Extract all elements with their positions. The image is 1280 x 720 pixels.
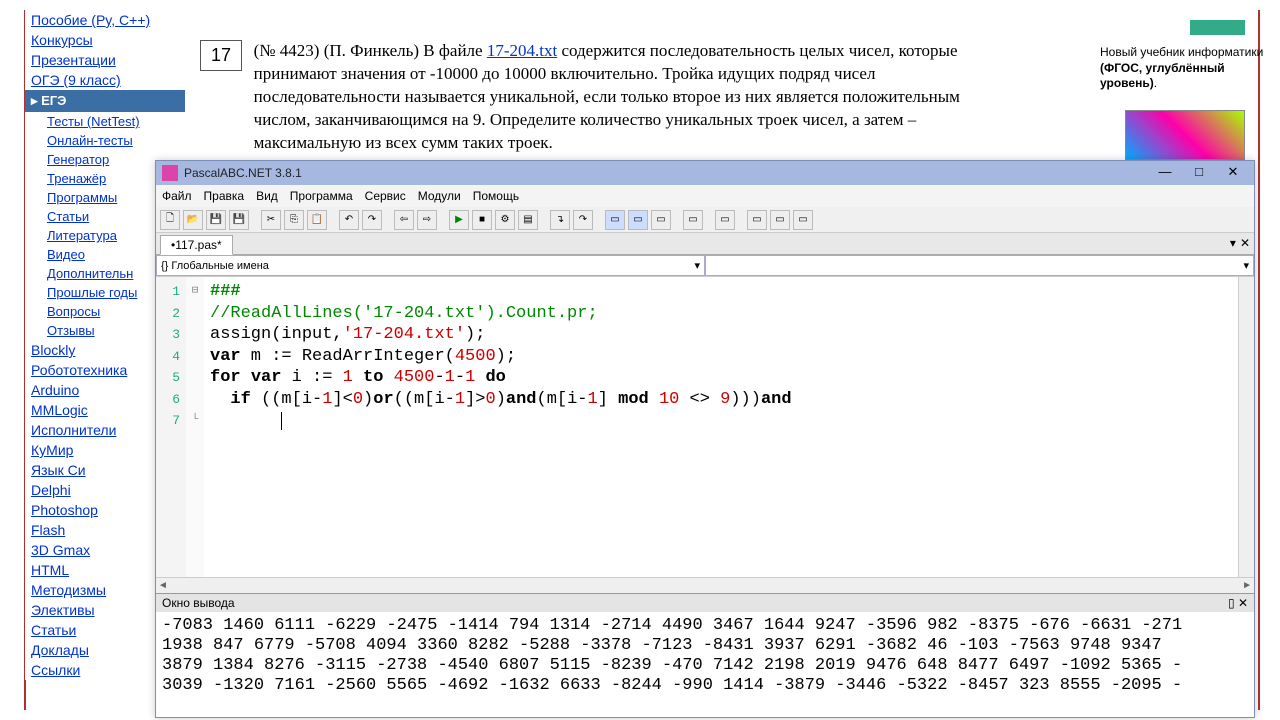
nav-sub[interactable]: Тесты (NetTest) xyxy=(25,112,185,131)
app-icon xyxy=(162,165,178,181)
build-icon[interactable]: ▤ xyxy=(518,210,538,230)
tool5-icon[interactable]: ▭ xyxy=(715,210,735,230)
toolbar: 🗋 📂 💾 💾 ✂ ⎘ 📋 ↶ ↷ ⇦ ⇨ ▶ ■ ⚙ ▤ ↴ ↷ ▭ ▭ ▭ … xyxy=(156,207,1254,233)
panel2-icon[interactable]: ▭ xyxy=(628,210,648,230)
output-pin-icon[interactable]: ▯ xyxy=(1228,596,1235,610)
task-file-link[interactable]: 17-204.txt xyxy=(487,41,557,60)
code-editor[interactable]: 1234567 ⊟ └ ###//ReadAllLines('17-204.tx… xyxy=(156,277,1254,577)
cut-icon[interactable]: ✂ xyxy=(261,210,281,230)
combo-row: {} Глобальные имена▾ ▾ xyxy=(156,255,1254,277)
menu-edit[interactable]: Правка xyxy=(204,189,245,203)
scope-combo[interactable]: {} Глобальные имена▾ xyxy=(156,255,705,276)
window-title: PascalABC.NET 3.8.1 xyxy=(184,166,1146,180)
thumb-bar xyxy=(1190,20,1245,35)
task-prefix: (№ 4423) (П. Финкель) В файле xyxy=(254,41,487,60)
nav-link[interactable]: ОГЭ (9 класс) xyxy=(25,70,185,90)
task-block: 17 (№ 4423) (П. Финкель) В файле 17-204.… xyxy=(200,40,1035,155)
stepinto-icon[interactable]: ↴ xyxy=(550,210,570,230)
editor-tab[interactable]: •117.pas* xyxy=(160,235,233,255)
saveall-icon[interactable]: 💾 xyxy=(229,210,249,230)
close-button[interactable]: ✕ xyxy=(1218,164,1248,182)
output-header: Окно вывода ▯ ✕ xyxy=(156,594,1254,612)
menubar: Файл Правка Вид Программа Сервис Модули … xyxy=(156,185,1254,207)
thumbnail[interactable] xyxy=(1125,110,1245,160)
line-gutter: 1234567 xyxy=(156,277,186,577)
info-period: . xyxy=(1154,76,1157,90)
open-icon[interactable]: 📂 xyxy=(183,210,203,230)
paste-icon[interactable]: 📋 xyxy=(307,210,327,230)
member-combo[interactable]: ▾ xyxy=(705,255,1254,276)
menu-view[interactable]: Вид xyxy=(256,189,278,203)
task-text: (№ 4423) (П. Финкель) В файле 17-204.txt… xyxy=(254,40,1014,155)
menu-modules[interactable]: Модули xyxy=(418,189,461,203)
nav-fwd-icon[interactable]: ⇨ xyxy=(417,210,437,230)
stop-icon[interactable]: ■ xyxy=(472,210,492,230)
nav-back-icon[interactable]: ⇦ xyxy=(394,210,414,230)
output-panel: Окно вывода ▯ ✕ -7083 1460 6111 -6229 -2… xyxy=(156,593,1254,712)
info-bold: (ФГОС, углублённый уровень) xyxy=(1100,61,1225,91)
menu-help[interactable]: Помощь xyxy=(473,189,519,203)
fold-gutter[interactable]: ⊟ └ xyxy=(186,277,204,577)
horizontal-scrollbar[interactable]: ◄► xyxy=(156,577,1254,593)
output-title: Окно вывода xyxy=(162,596,235,610)
info-text: Новый учебник информатики xyxy=(1100,45,1263,59)
tab-dropdown-icon[interactable]: ▾ xyxy=(1230,236,1236,250)
tab-close-icon[interactable]: ✕ xyxy=(1240,236,1250,250)
new-icon[interactable]: 🗋 xyxy=(160,210,180,230)
vertical-scrollbar[interactable] xyxy=(1238,277,1254,577)
compile-icon[interactable]: ⚙ xyxy=(495,210,515,230)
menu-file[interactable]: Файл xyxy=(162,189,192,203)
tabbar: •117.pas* ▾ ✕ xyxy=(156,233,1254,255)
nav-sub[interactable]: Онлайн-тесты xyxy=(25,131,185,150)
task-number: 17 xyxy=(200,40,242,71)
nav-active[interactable]: ЕГЭ xyxy=(25,90,185,112)
run-icon[interactable]: ▶ xyxy=(449,210,469,230)
panel1-icon[interactable]: ▭ xyxy=(605,210,625,230)
minimize-button[interactable]: — xyxy=(1150,164,1180,182)
output-body[interactable]: -7083 1460 6111 -6229 -2475 -1414 794 13… xyxy=(156,612,1254,712)
tool6-icon[interactable]: ▭ xyxy=(747,210,767,230)
undo-icon[interactable]: ↶ xyxy=(339,210,359,230)
save-icon[interactable]: 💾 xyxy=(206,210,226,230)
menu-service[interactable]: Сервис xyxy=(365,189,406,203)
right-info: Новый учебник информатики (ФГОС, углублё… xyxy=(1100,45,1265,92)
titlebar[interactable]: PascalABC.NET 3.8.1 — □ ✕ xyxy=(156,161,1254,185)
code-area[interactable]: ###//ReadAllLines('17-204.txt').Count.pr… xyxy=(204,277,1238,577)
output-close-icon[interactable]: ✕ xyxy=(1238,596,1248,610)
nav-link[interactable]: Пособие (Py, C++) xyxy=(25,10,185,30)
panel3-icon[interactable]: ▭ xyxy=(651,210,671,230)
tool8-icon[interactable]: ▭ xyxy=(793,210,813,230)
tool7-icon[interactable]: ▭ xyxy=(770,210,790,230)
panel4-icon[interactable]: ▭ xyxy=(683,210,703,230)
ide-window: PascalABC.NET 3.8.1 — □ ✕ Файл Правка Ви… xyxy=(155,160,1255,718)
nav-link[interactable]: Конкурсы xyxy=(25,30,185,50)
redo-icon[interactable]: ↷ xyxy=(362,210,382,230)
menu-program[interactable]: Программа xyxy=(290,189,353,203)
copy-icon[interactable]: ⎘ xyxy=(284,210,304,230)
maximize-button[interactable]: □ xyxy=(1184,164,1214,182)
nav-link[interactable]: Презентации xyxy=(25,50,185,70)
stepover-icon[interactable]: ↷ xyxy=(573,210,593,230)
